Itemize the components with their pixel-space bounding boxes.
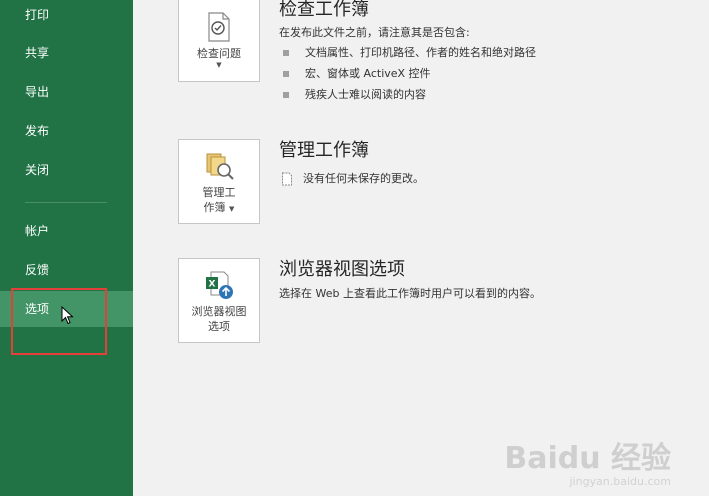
manage-workbook-title: 管理工作簿 bbox=[279, 140, 369, 161]
browser-view-description: 选择在 Web 上查看此工作簿时用户可以看到的内容。 bbox=[279, 287, 541, 300]
manage-workbook-label-line2: 作簿 bbox=[203, 201, 226, 214]
sidebar-item-feedback[interactable]: 反馈 bbox=[0, 252, 133, 288]
info-content: 检查问题 ▼ 检查工作簿 在发布此文件之前，请注意其是否包含: 文档属性、打印机… bbox=[133, 0, 709, 496]
inspect-workbook-title: 检查工作簿 bbox=[279, 0, 369, 20]
browser-view-options-button[interactable]: X 浏览器视图 选项 bbox=[178, 258, 260, 343]
mouse-cursor-icon bbox=[61, 306, 74, 325]
manage-status: 没有任何未保存的更改。 bbox=[281, 172, 424, 186]
backstage-sidebar: 打印 共享 导出 发布 关闭 帐户 反馈 选项 bbox=[0, 0, 133, 496]
sidebar-item-share[interactable]: 共享 bbox=[0, 35, 133, 71]
manage-workbook-button[interactable]: 管理工 作簿 ▼ bbox=[178, 139, 260, 224]
chevron-down-icon: ▼ bbox=[229, 205, 235, 213]
manage-workbook-label-line1: 管理工 bbox=[202, 186, 236, 199]
sidebar-item-account[interactable]: 帐户 bbox=[0, 213, 133, 249]
list-item: 宏、窗体或 ActiveX 控件 bbox=[283, 67, 536, 88]
inspect-issues-button[interactable]: 检查问题 ▼ bbox=[178, 0, 260, 82]
sidebar-item-close[interactable]: 关闭 bbox=[0, 152, 133, 188]
inspect-document-icon bbox=[208, 12, 230, 42]
document-icon bbox=[281, 172, 293, 190]
sidebar-item-publish[interactable]: 发布 bbox=[0, 113, 133, 149]
sidebar-item-export[interactable]: 导出 bbox=[0, 74, 133, 110]
manage-status-text: 没有任何未保存的更改。 bbox=[303, 172, 424, 185]
inspect-bullet-list: 文档属性、打印机路径、作者的姓名和绝对路径 宏、窗体或 ActiveX 控件 残… bbox=[283, 46, 536, 109]
bullet-icon bbox=[283, 92, 289, 98]
inspect-issues-label: 检查问题 bbox=[197, 47, 241, 60]
browser-view-label-line2: 选项 bbox=[208, 320, 230, 333]
inspect-workbook-description: 在发布此文件之前，请注意其是否包含: bbox=[279, 26, 470, 39]
list-item: 文档属性、打印机路径、作者的姓名和绝对路径 bbox=[283, 46, 536, 67]
bullet-icon bbox=[283, 50, 289, 56]
browser-view-label-line1: 浏览器视图 bbox=[191, 305, 247, 318]
manage-workbook-icon bbox=[206, 153, 234, 180]
bullet-icon bbox=[283, 71, 289, 77]
excel-browser-view-icon: X bbox=[206, 271, 233, 299]
chevron-down-icon: ▼ bbox=[216, 61, 222, 69]
baidu-jingyan-watermark: Baidu 经验 jingyan.baidu.com bbox=[504, 433, 671, 488]
browser-view-title: 浏览器视图选项 bbox=[279, 259, 405, 280]
watermark-logo: Baidu 经验 bbox=[504, 441, 671, 476]
svg-text:X: X bbox=[209, 280, 216, 290]
sidebar-divider bbox=[25, 202, 107, 203]
sidebar-item-print[interactable]: 打印 bbox=[0, 0, 133, 33]
list-item: 残疾人士难以阅读的内容 bbox=[283, 88, 536, 109]
